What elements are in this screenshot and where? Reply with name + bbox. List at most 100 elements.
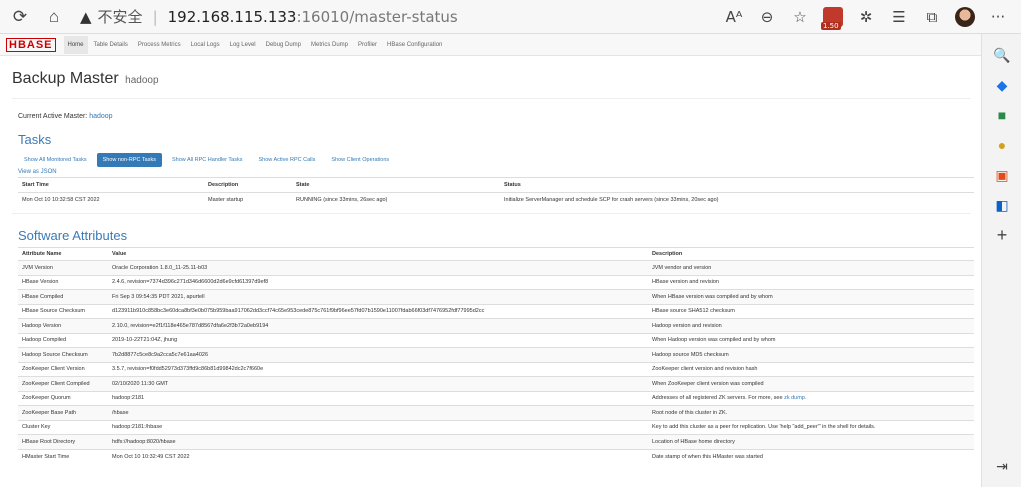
office-icon[interactable]: ▣ xyxy=(982,160,1021,190)
nav-local-logs[interactable]: Local Logs xyxy=(191,42,220,48)
tab-client-operations[interactable]: Show Client Operations xyxy=(325,153,395,167)
table-cell: Hadoop version and revision xyxy=(648,318,974,333)
table-cell: HBase Root Directory xyxy=(18,434,108,449)
table-header: Attribute Name xyxy=(18,247,108,261)
table-row: HBase Version 2.4.6, revision=7374d396c27… xyxy=(18,274,974,290)
table-cell: Hadoop Compiled xyxy=(18,332,108,348)
page-content: HBASE Home Table Details Process Metrics… xyxy=(0,34,981,487)
tab-all-rpc-handler[interactable]: Show All RPC Handler Tasks xyxy=(166,153,249,167)
table-cell: Hadoop Version xyxy=(18,318,108,333)
home-icon[interactable]: ⌂ xyxy=(40,3,68,31)
people-icon[interactable]: ● xyxy=(982,130,1021,160)
table-cell: JVM Version xyxy=(18,260,108,275)
table-cell: 2019-10-22T21:04Z, jhung xyxy=(108,332,648,348)
nav-process-metrics[interactable]: Process Metrics xyxy=(138,42,181,48)
nav-profiler[interactable]: Profiler xyxy=(358,42,377,48)
toolbox-icon[interactable]: ■ xyxy=(982,100,1021,130)
favorites-star-icon[interactable]: ☆ xyxy=(785,2,815,32)
nav-log-level[interactable]: Log Level xyxy=(230,42,256,48)
table-cell: 3.5.7, revision=f0fdd52973d373ffd9c86b81… xyxy=(108,361,648,377)
outlook-icon[interactable]: ◧ xyxy=(982,190,1021,220)
nav-debug-dump[interactable]: Debug Dump xyxy=(266,42,301,48)
hbase-logo[interactable]: HBASE xyxy=(6,37,56,52)
current-active-master: Current Active Master: hadoop xyxy=(18,113,971,120)
hbase-nav: HBASE Home Table Details Process Metrics… xyxy=(0,34,981,56)
tab-non-rpc[interactable]: Show non-RPC Tasks xyxy=(96,153,162,167)
collections-icon[interactable]: ⧉ xyxy=(917,2,947,32)
page-title-text: Backup Master xyxy=(12,70,119,87)
nav-home[interactable]: Home xyxy=(63,35,88,54)
table-row: HBase Source Checksum d123911b910c858bc3e… xyxy=(18,303,974,319)
table-row: ZooKeeper Client Compiled 02/10/2020 11:3… xyxy=(18,376,974,391)
add-icon[interactable]: + xyxy=(982,220,1021,250)
table-cell: Master startup xyxy=(204,192,292,207)
tab-active-rpc-calls[interactable]: Show Active RPC Calls xyxy=(253,153,322,167)
refresh-icon[interactable]: ⟳ xyxy=(6,3,34,31)
favorites-list-icon[interactable]: ☰ xyxy=(884,2,914,32)
insecure-label: 不安全 xyxy=(97,8,143,26)
nav-metrics-dump[interactable]: Metrics Dump xyxy=(311,42,348,48)
tab-all-monitored[interactable]: Show All Monitored Tasks xyxy=(18,153,93,167)
table-cell: ZooKeeper Client Version xyxy=(18,361,108,377)
profile-avatar[interactable] xyxy=(950,2,980,32)
table-cell: hadoop:2181 xyxy=(108,390,648,406)
table-header: State xyxy=(292,177,500,193)
nav-hbase-configuration[interactable]: HBase Configuration xyxy=(387,42,442,48)
table-cell: When Hadoop version was compiled and by … xyxy=(648,332,974,348)
search-icon[interactable]: 🔍 xyxy=(982,40,1021,70)
address-bar[interactable]: ▲ 不安全 | 192.168.115.133 :16010/master-st… xyxy=(80,6,458,27)
table-cell: 2.4.6, revision=7374d396c271d346d6600d2d… xyxy=(108,274,648,290)
cam-link[interactable]: hadoop xyxy=(89,113,112,120)
warning-icon: ▲ xyxy=(80,7,92,26)
zk-description: Addresses of all registered ZK servers. … xyxy=(652,395,783,402)
edge-sidebar: 🔍 ◆ ■ ● ▣ ◧ + ⇥ xyxy=(981,34,1021,487)
table-row: HBase Compiled Fri Sep 3 09:54:35 PDT 202… xyxy=(18,289,974,304)
address-separator: | xyxy=(152,7,158,26)
table-cell: Hadoop Source Checksum xyxy=(18,347,108,362)
table-cell: hadoop:2181:/hbase xyxy=(108,419,648,435)
tasks-tabs: Show All Monitored Tasks Show non-RPC Ta… xyxy=(18,153,971,167)
table-cell: Root node of this cluster in ZK. xyxy=(648,405,974,420)
more-menu-icon[interactable]: ··· xyxy=(983,2,1013,32)
table-cell: d123911b910c858bc3e60dca8bf3e0b075b959ba… xyxy=(108,303,648,319)
table-row: Mon Oct 10 10:32:58 CST 2022 Master star… xyxy=(18,192,974,207)
software-attributes-table: Attribute Name Value Description JVM Ver… xyxy=(18,247,974,464)
table-cell: 7b2d8877c5ce8c9a2cca5c7e61aa4026 xyxy=(108,347,648,362)
extensions-puzzle-icon[interactable]: ✲ xyxy=(851,2,881,32)
table-row: JVM Version Oracle Corporation 1.8.0_11-2… xyxy=(18,260,974,275)
table-cell: Initialize ServerManager and schedule SC… xyxy=(500,192,974,207)
table-cell: JVM vendor and version xyxy=(648,260,974,275)
table-cell: Addresses of all registered ZK servers. … xyxy=(648,390,974,406)
table-header: Description xyxy=(204,177,292,193)
table-cell: HBase Source Checksum xyxy=(18,303,108,319)
table-cell: Key to add this cluster as a peer for re… xyxy=(648,419,974,435)
table-row: ZooKeeper Client Version 3.5.7, revision=… xyxy=(18,361,974,377)
shopping-tag-icon[interactable]: ◆ xyxy=(982,70,1021,100)
table-row: HMaster Start Time Mon Oct 10 10:32:49 CS… xyxy=(18,448,974,464)
collapse-sidebar-icon[interactable]: ⇥ xyxy=(982,451,1021,481)
table-cell: When HBase version was compiled and by w… xyxy=(648,289,974,304)
software-attributes-heading: Software Attributes xyxy=(18,228,128,243)
cam-label: Current Active Master: xyxy=(18,113,88,120)
address-path: :16010/master-status xyxy=(296,7,458,26)
nav-table-details[interactable]: Table Details xyxy=(94,42,128,48)
zk-dump-link[interactable]: zk dump. xyxy=(784,395,806,401)
table-row: ZooKeeper Base Path/hbase Root node of th… xyxy=(18,405,974,420)
table-cell: 02/10/2020 11:30 GMT xyxy=(108,376,648,391)
zoom-icon[interactable]: ⊖ xyxy=(752,2,782,32)
extension-icon[interactable]: 1.50 xyxy=(818,2,848,32)
read-aloud-icon[interactable]: Aᴬ xyxy=(719,2,749,32)
table-cell: 2.10.0, revision=e2f1f118e465e787d8567df… xyxy=(108,318,648,333)
browser-toolbar: ⟳ ⌂ ▲ 不安全 | 192.168.115.133 :16010/maste… xyxy=(0,0,1021,34)
table-cell: Hadoop source MD5 checksum xyxy=(648,347,974,362)
table-row: HBase Root Directory hdfs://hadoop:8020/h… xyxy=(18,434,974,449)
table-cell: HMaster Start Time xyxy=(18,448,108,464)
table-row: Hadoop Version 2.10.0, revision=e2f1f118e… xyxy=(18,318,974,333)
view-as-json-link[interactable]: View as JSON xyxy=(18,169,971,175)
table-cell: Cluster Key xyxy=(18,419,108,435)
table-cell: ZooKeeper client version and revision ha… xyxy=(648,361,974,377)
tasks-table: Start Time Description State Status Mon … xyxy=(18,177,974,207)
table-cell: ZooKeeper Quorum xyxy=(18,390,108,406)
table-header: Description xyxy=(648,247,974,261)
table-header: Status xyxy=(500,177,974,193)
